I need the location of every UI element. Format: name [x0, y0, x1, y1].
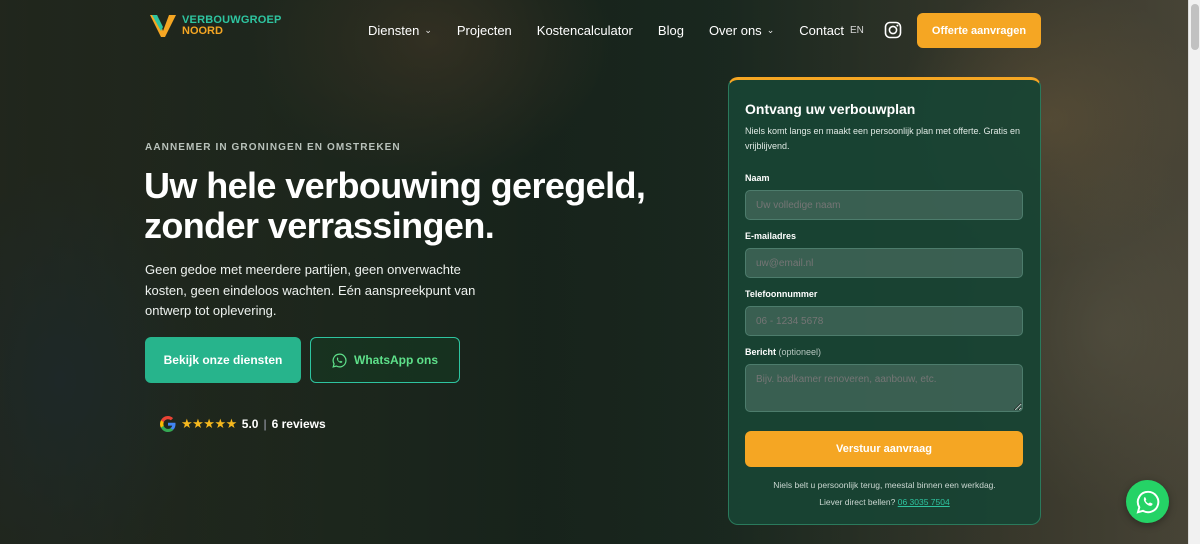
whatsapp-button-label: WhatsApp ons [354, 353, 438, 367]
form-intro: Niels komt langs en maakt een persoonlij… [745, 126, 1020, 151]
menu-item-blog[interactable]: Blog [658, 23, 684, 38]
menu-item-label: Blog [657, 23, 684, 38]
whatsapp-icon [1136, 490, 1159, 514]
email-label: E-mailadres [745, 231, 797, 241]
phone-input[interactable] [745, 306, 1023, 336]
rating-stars: ★★★★★ [181, 416, 237, 431]
menu-item-diensten[interactable]: Diensten ⌄ [368, 23, 432, 38]
view-services-button[interactable]: Bekijk onze diensten [145, 337, 301, 383]
hero-headline-line-1: Uw hele verbouwing geregeld, [144, 165, 646, 206]
submit-request-button[interactable]: Verstuur aanvraag [745, 431, 1023, 467]
callback-note: Niels belt u persoonlijk terug, meestal … [773, 480, 996, 490]
menu-item-label: Diensten [368, 23, 420, 38]
whatsapp-icon [332, 353, 347, 368]
page-scrollbar[interactable] [1188, 0, 1200, 544]
message-label: Bericht (optioneel) [745, 347, 821, 357]
hero-eyebrow: AANNEMER IN GRONINGEN EN OMSTREKEN [145, 142, 401, 153]
phone-link[interactable]: 06 3035 7504 [898, 497, 950, 507]
google-icon [160, 416, 176, 432]
scrollbar-thumb[interactable] [1191, 4, 1199, 50]
hero-headline: Uw hele verbouwing geregeld, zonder verr… [144, 166, 684, 246]
request-quote-button[interactable]: Offerte aanvragen [917, 13, 1041, 48]
logo-text: VERBOUWGROEP NOORD [182, 15, 282, 37]
chevron-down-icon: ⌄ [766, 25, 775, 35]
name-input[interactable] [745, 190, 1023, 220]
whatsapp-floating-button[interactable] [1126, 480, 1169, 523]
instagram-icon[interactable] [884, 21, 902, 39]
email-input[interactable] [745, 248, 1023, 278]
menu-item-projecten[interactable]: Projecten [457, 23, 512, 38]
hero-headline-line-2: zonder verrassingen. [144, 205, 495, 246]
message-label-text: Bericht [745, 347, 777, 357]
language-switch[interactable]: EN [850, 25, 864, 36]
call-directly-note: Liever direct bellen? 06 3035 7504 [729, 497, 1040, 507]
phone-label: Telefoonnummer [745, 289, 818, 299]
quote-form-card: Ontvang uw verbouwplan Niels komt langs … [728, 77, 1041, 525]
menu-item-contact[interactable]: Contact [799, 23, 844, 38]
whatsapp-button[interactable]: WhatsApp ons [310, 337, 460, 383]
logo-mark-icon [150, 15, 176, 37]
name-label: Naam [745, 173, 770, 183]
menu-item-label: Contact [799, 23, 845, 38]
review-count[interactable]: 6 reviews [272, 417, 326, 431]
menu-item-label: Kostencalculator [536, 23, 633, 38]
google-rating: ★★★★★ 5.0 | 6 reviews [160, 416, 326, 432]
menu-item-label: Projecten [456, 23, 512, 38]
main-menu: Diensten ⌄ Projecten Kostencalculator Bl… [368, 23, 869, 38]
top-navigation: VERBOUWGROEP NOORD Diensten ⌄ Projecten … [0, 0, 1188, 62]
menu-item-over-ons[interactable]: Over ons ⌄ [709, 23, 774, 38]
message-optional-hint: (optioneel) [778, 347, 822, 357]
call-directly-prefix: Liever direct bellen? [819, 497, 896, 507]
rating-separator: | [263, 417, 267, 431]
hero-subtext: Geen gedoe met meerdere partijen, geen o… [145, 262, 476, 318]
menu-item-kostencalculator[interactable]: Kostencalculator [537, 23, 633, 38]
logo[interactable]: VERBOUWGROEP NOORD [148, 13, 282, 39]
logo-line-2: NOORD [182, 25, 223, 37]
message-textarea[interactable] [745, 364, 1023, 412]
chevron-down-icon: ⌄ [424, 25, 432, 35]
rating-value: 5.0 [241, 417, 259, 431]
menu-item-label: Over ons [708, 23, 762, 38]
form-title: Ontvang uw verbouwplan [745, 101, 916, 117]
